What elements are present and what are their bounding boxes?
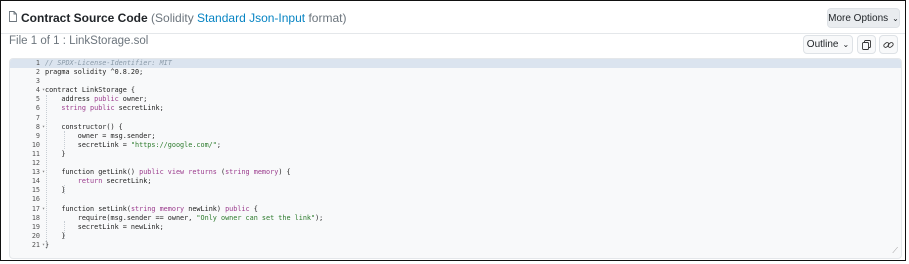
- line-number: 15: [31, 186, 40, 195]
- panel-header: Contract Source Code (Solidity Standard …: [1, 1, 905, 34]
- code-line: 17 ▾ function setLink(string memory newLi…: [10, 205, 901, 214]
- code-line: 5 address public owner;: [10, 95, 901, 104]
- code-text: }: [45, 149, 66, 158]
- more-options-label: More Options: [828, 12, 889, 24]
- code-text: // SPDX-License-Identifier: MIT: [45, 59, 172, 67]
- outline-label: Outline: [806, 39, 839, 50]
- code-line: 19 secretLink = newLink;: [10, 223, 901, 232]
- code-line: 6 string public secretLink;: [10, 104, 901, 113]
- chevron-down-icon: ⌄: [892, 13, 899, 23]
- line-number: 13: [31, 168, 40, 177]
- code-text: pragma solidity ^0.8.20;: [45, 68, 144, 77]
- code-line: 2 pragma solidity ^0.8.20;: [10, 68, 901, 77]
- format-link[interactable]: Standard Json-Input: [197, 11, 305, 25]
- line-number: 18: [31, 213, 40, 222]
- code-text: function setLink(string memory newLink) …: [45, 204, 258, 213]
- page-title: Contract Source Code (Solidity Standard …: [21, 11, 346, 25]
- line-number: 7: [35, 113, 40, 122]
- code-line: 8 ▾ constructor() {: [10, 123, 901, 132]
- line-number: 19: [31, 222, 40, 231]
- copy-icon: [862, 39, 871, 50]
- code-text: require(msg.sender == owner, "Only owner…: [45, 213, 324, 222]
- line-number: 11: [31, 149, 40, 158]
- title-main: Contract Source Code: [21, 11, 148, 25]
- code-line: 16: [10, 195, 901, 204]
- line-number: 20: [31, 231, 40, 240]
- code-text: }: [45, 186, 66, 195]
- code-text: string public secretLink;: [61, 104, 164, 113]
- code-line: 9 owner = msg.sender;: [10, 132, 901, 141]
- code-text: secretLink = newLink;: [45, 222, 164, 231]
- code-line: 1 // SPDX-License-Identifier: MIT: [10, 59, 901, 69]
- indent-guide: [64, 131, 65, 149]
- line-number: 17: [31, 204, 40, 213]
- code-line: 13 ▾ function getLink() public view retur…: [10, 168, 901, 177]
- line-number: 16: [31, 195, 40, 204]
- code-line: 12: [10, 159, 901, 168]
- code-line: 7: [10, 114, 901, 123]
- copy-button[interactable]: [857, 35, 876, 54]
- title-format-post: format): [305, 11, 347, 25]
- indent-guide: [46, 95, 47, 249]
- code-line: 20 }: [10, 232, 901, 241]
- code-text: return secretLink;: [77, 177, 152, 186]
- line-number: 21: [31, 240, 40, 249]
- line-number: 12: [31, 159, 40, 168]
- line-number: 9: [35, 131, 40, 140]
- indent-guide: [64, 221, 65, 239]
- code-line: 11 }: [10, 150, 901, 159]
- code-line: 14 return secretLink;: [10, 177, 901, 186]
- code-editor[interactable]: 1 // SPDX-License-Identifier: MIT 2 pragma …: [9, 58, 902, 259]
- line-number: 8: [35, 122, 40, 131]
- line-number: 14: [31, 177, 40, 186]
- line-number: 2: [35, 68, 40, 77]
- link-icon: [883, 41, 894, 48]
- resize-handle-icon[interactable]: ⟋: [892, 246, 898, 256]
- code-line: 3: [10, 77, 901, 86]
- chevron-down-icon: ⌄: [842, 40, 850, 49]
- line-number: 6: [35, 104, 40, 113]
- line-number: 3: [35, 77, 40, 86]
- code-text: address public owner;: [45, 95, 148, 104]
- code-text: contract LinkStorage {: [45, 86, 136, 95]
- indent-guide: [64, 185, 65, 194]
- code-line: 15 }: [10, 186, 901, 195]
- more-options-button[interactable]: More Options ⌄: [827, 8, 900, 28]
- line-number: 10: [31, 140, 40, 149]
- document-icon: [9, 11, 17, 22]
- code-line: 10 secretLink = "https://google.com/";: [10, 141, 901, 150]
- code-text: function getLink() public view returns (…: [45, 168, 291, 177]
- outline-button[interactable]: Outline ⌄: [803, 35, 853, 54]
- line-number: 5: [35, 95, 40, 104]
- code-text: }: [45, 231, 66, 240]
- code-line: 4 ▾ contract LinkStorage {: [10, 86, 901, 95]
- code-line: 18 require(msg.sender == owner, "Only ow…: [10, 214, 901, 223]
- line-number: 4: [35, 86, 40, 95]
- title-format-pre: (Solidity: [151, 11, 198, 25]
- contract-source-panel: Contract Source Code (Solidity Standard …: [0, 0, 906, 261]
- file-label: File 1 of 1 : LinkStorage.sol: [9, 35, 149, 47]
- code-line: 21 ▾}: [10, 241, 901, 250]
- code-text: owner = msg.sender;: [45, 131, 156, 140]
- line-number: 1: [35, 59, 40, 67]
- code-text: secretLink = "https://google.com/";: [45, 140, 221, 149]
- code-text: constructor() {: [45, 122, 123, 131]
- link-button[interactable]: [879, 35, 898, 54]
